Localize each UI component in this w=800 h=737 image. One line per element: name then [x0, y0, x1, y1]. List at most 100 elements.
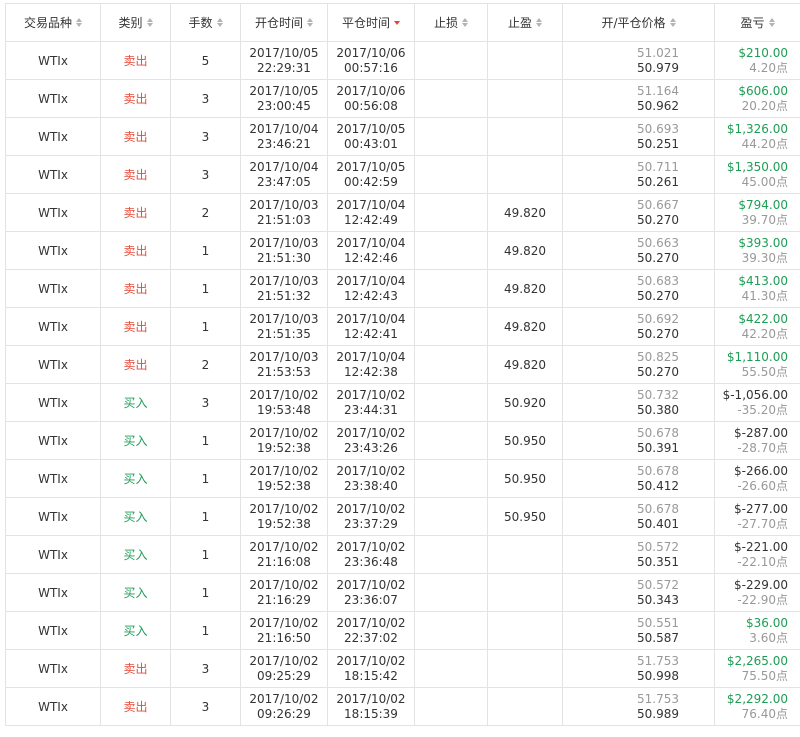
cell-lots: 1: [170, 459, 241, 498]
table-row[interactable]: WTIx 卖出 3 2017/10/04 23:47:05 2017/10/05 00:42…: [5, 155, 800, 194]
header-stop-loss[interactable]: 止损: [414, 3, 488, 42]
cell-open-time: 2017/10/02 21:16:08: [240, 535, 328, 574]
cell-symbol: WTIx: [5, 573, 101, 612]
cell-side: 卖出: [100, 269, 171, 308]
header-take-profit[interactable]: 止盈: [487, 3, 563, 42]
profit-amount: $-277.00: [734, 501, 788, 516]
header-take-profit-label: 止盈: [507, 16, 532, 30]
table-row[interactable]: WTIx 买入 1 2017/10/02 21:16:08 2017/10/02 23:36…: [5, 535, 800, 574]
open-date: 2017/10/04: [249, 121, 319, 136]
symbol-text: WTIx: [38, 395, 68, 410]
lots-text: 1: [201, 585, 210, 600]
profit-points: 4.20点: [749, 60, 788, 75]
open-price: 51.164: [637, 83, 679, 98]
open-clock: 23:47:05: [257, 174, 311, 189]
sort-icon[interactable]: [146, 18, 153, 27]
sort-desc-active-icon[interactable]: [394, 20, 400, 25]
cell-price: 50.711 50.261: [562, 155, 715, 194]
take-profit-text: 49.820: [504, 243, 546, 258]
take-profit-text: 49.820: [504, 319, 546, 334]
profit-amount: $210.00: [738, 45, 788, 60]
open-clock: 09:25:29: [257, 668, 311, 683]
table-row[interactable]: WTIx 卖出 3 2017/10/02 09:26:29 2017/10/02 18:15…: [5, 687, 800, 726]
cell-price: 51.164 50.962: [562, 79, 715, 118]
cell-side: 卖出: [100, 117, 171, 156]
open-date: 2017/10/04: [249, 159, 319, 174]
cell-close-time: 2017/10/02 22:37:02: [327, 611, 415, 650]
cell-open-time: 2017/10/02 21:16:50: [240, 611, 328, 650]
table-row[interactable]: WTIx 卖出 2 2017/10/03 21:51:03 2017/10/04 12:42…: [5, 193, 800, 232]
table-row[interactable]: WTIx 卖出 5 2017/10/05 22:29:31 2017/10/06 00:57…: [5, 41, 800, 80]
sort-icon[interactable]: [216, 18, 223, 27]
sort-icon[interactable]: [669, 18, 676, 27]
open-date: 2017/10/03: [249, 311, 319, 326]
close-clock: 00:57:16: [344, 60, 398, 75]
sort-icon[interactable]: [76, 18, 82, 27]
open-clock: 19:52:38: [257, 516, 311, 531]
sort-icon[interactable]: [768, 18, 775, 27]
header-open-time[interactable]: 开仓时间: [240, 3, 328, 42]
table-header-row: 交易品种 类别 手数 开仓时间 平仓时间 止损 止盈 开/平仓价格 盈亏: [5, 3, 800, 42]
cell-profit: $1,110.00 55.50点: [714, 345, 800, 384]
cell-price: 50.667 50.270: [562, 193, 715, 232]
profit-amount: $-287.00: [734, 425, 788, 440]
cell-lots: 3: [170, 155, 241, 194]
take-profit-text: 49.820: [504, 281, 546, 296]
close-date: 2017/10/04: [336, 311, 406, 326]
sort-icon[interactable]: [307, 18, 313, 27]
table-row[interactable]: WTIx 买入 1 2017/10/02 19:52:38 2017/10/02 23:38…: [5, 459, 800, 498]
cell-symbol: WTIx: [5, 611, 101, 650]
header-price[interactable]: 开/平仓价格: [562, 3, 715, 42]
table-row[interactable]: WTIx 买入 1 2017/10/02 21:16:29 2017/10/02 23:36…: [5, 573, 800, 612]
profit-amount: $2,265.00: [726, 653, 788, 668]
cell-take-profit: [487, 79, 563, 118]
cell-stop-loss: [414, 497, 488, 536]
header-close-time[interactable]: 平仓时间: [327, 3, 415, 42]
header-profit[interactable]: 盈亏: [714, 3, 800, 42]
close-price: 50.979: [637, 60, 679, 75]
table-row[interactable]: WTIx 卖出 1 2017/10/03 21:51:30 2017/10/04 12:42…: [5, 231, 800, 270]
table-row[interactable]: WTIx 买入 3 2017/10/02 19:53:48 2017/10/02 23:44…: [5, 383, 800, 422]
profit-points: -27.70点: [737, 516, 788, 531]
table-row[interactable]: WTIx 卖出 3 2017/10/02 09:25:29 2017/10/02 18:15…: [5, 649, 800, 688]
table-row[interactable]: WTIx 卖出 1 2017/10/03 21:51:35 2017/10/04 12:42…: [5, 307, 800, 346]
cell-stop-loss: [414, 573, 488, 612]
side-text: 卖出: [123, 168, 148, 182]
side-text: 卖出: [123, 320, 148, 334]
cell-close-time: 2017/10/06 00:56:08: [327, 79, 415, 118]
side-text: 卖出: [123, 282, 148, 296]
table-row[interactable]: WTIx 买入 1 2017/10/02 19:52:38 2017/10/02 23:37…: [5, 497, 800, 536]
open-price: 51.753: [637, 653, 679, 668]
header-lots[interactable]: 手数: [170, 3, 241, 42]
profit-points: 42.20点: [741, 326, 788, 341]
open-price: 50.732: [637, 387, 679, 402]
sort-icon[interactable]: [536, 18, 542, 27]
cell-stop-loss: [414, 231, 488, 270]
table-row[interactable]: WTIx 卖出 1 2017/10/03 21:51:32 2017/10/04 12:42…: [5, 269, 800, 308]
cell-take-profit: [487, 573, 563, 612]
table-row[interactable]: WTIx 卖出 3 2017/10/05 23:00:45 2017/10/06 00:56…: [5, 79, 800, 118]
header-side[interactable]: 类别: [100, 3, 171, 42]
cell-lots: 1: [170, 535, 241, 574]
header-lots-label: 手数: [188, 16, 213, 30]
table-row[interactable]: WTIx 卖出 3 2017/10/04 23:46:21 2017/10/05 00:43…: [5, 117, 800, 156]
profit-amount: $606.00: [738, 83, 788, 98]
table-row[interactable]: WTIx 买入 1 2017/10/02 19:52:38 2017/10/02 23:43…: [5, 421, 800, 460]
sort-icon[interactable]: [462, 18, 468, 27]
open-price: 50.678: [637, 463, 679, 478]
table-row[interactable]: WTIx 买入 1 2017/10/02 21:16:50 2017/10/02 22:37…: [5, 611, 800, 650]
open-date: 2017/10/02: [249, 501, 319, 516]
profit-points: -35.20点: [737, 402, 788, 417]
close-clock: 23:44:31: [344, 402, 398, 417]
close-date: 2017/10/02: [336, 387, 406, 402]
lots-text: 3: [201, 129, 210, 144]
cell-close-time: 2017/10/02 23:36:48: [327, 535, 415, 574]
table-row[interactable]: WTIx 卖出 2 2017/10/03 21:53:53 2017/10/04 12:42…: [5, 345, 800, 384]
header-symbol[interactable]: 交易品种: [5, 3, 101, 42]
cell-close-time: 2017/10/02 23:44:31: [327, 383, 415, 422]
cell-lots: 2: [170, 345, 241, 384]
cell-profit: $2,265.00 75.50点: [714, 649, 800, 688]
side-text: 卖出: [123, 130, 148, 144]
cell-symbol: WTIx: [5, 497, 101, 536]
cell-side: 卖出: [100, 231, 171, 270]
